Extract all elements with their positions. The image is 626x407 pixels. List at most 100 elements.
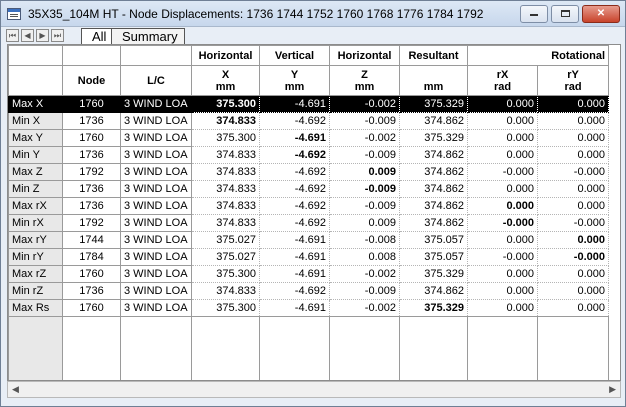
cell-x[interactable]: 375.027: [191, 231, 260, 249]
cell-ry[interactable]: 0.000: [537, 180, 609, 198]
row-label[interactable]: Min Z: [8, 180, 63, 198]
cell-rx[interactable]: 0.000: [467, 129, 538, 147]
cell-lc[interactable]: 3 WIND LOA: [120, 180, 192, 198]
cell-node[interactable]: 1784: [62, 248, 121, 266]
cell-node[interactable]: 1760: [62, 265, 121, 283]
cell-x[interactable]: 374.833: [191, 197, 260, 215]
cell-ry[interactable]: 0.000: [537, 197, 609, 215]
cell-x[interactable]: 374.833: [191, 163, 260, 181]
cell-node[interactable]: 1792: [62, 163, 121, 181]
cell-y[interactable]: -4.691: [259, 231, 330, 249]
cell-z[interactable]: -0.002: [329, 265, 400, 283]
cell-z[interactable]: 0.009: [329, 163, 400, 181]
cell-node[interactable]: 1792: [62, 214, 121, 232]
cell-lc[interactable]: 3 WIND LOA: [120, 299, 192, 317]
cell-rx[interactable]: 0.000: [467, 299, 538, 317]
cell-rx[interactable]: 0.000: [467, 282, 538, 300]
cell-x[interactable]: 374.833: [191, 214, 260, 232]
cell-rx[interactable]: 0.000: [467, 112, 538, 130]
table-row[interactable]: Min rY 1784 3 WIND LOA 375.027 -4.691 0.008 37…: [8, 248, 609, 266]
cell-x[interactable]: 374.833: [191, 282, 260, 300]
cell-y[interactable]: -4.692: [259, 112, 330, 130]
cell-y[interactable]: -4.692: [259, 197, 330, 215]
cell-res[interactable]: 375.329: [399, 95, 468, 113]
cell-z[interactable]: -0.002: [329, 129, 400, 147]
row-label[interactable]: Max Z: [8, 163, 63, 181]
column-header-lc[interactable]: L/C: [120, 65, 192, 96]
prev-tab-nav-button[interactable]: ◀: [21, 29, 34, 42]
cell-ry[interactable]: -0.000: [537, 248, 609, 266]
next-tab-nav-button[interactable]: ▶: [36, 29, 49, 42]
cell-ry[interactable]: -0.000: [537, 163, 609, 181]
cell-ry[interactable]: 0.000: [537, 231, 609, 249]
cell-res[interactable]: 374.862: [399, 282, 468, 300]
table-row[interactable]: Max Y 1760 3 WIND LOA 375.300 -4.691 -0.002 37…: [8, 129, 609, 147]
cell-node[interactable]: 1736: [62, 197, 121, 215]
cell-lc[interactable]: 3 WIND LOA: [120, 163, 192, 181]
cell-rx[interactable]: -0.000: [467, 214, 538, 232]
minimize-button[interactable]: [520, 5, 548, 23]
cell-node[interactable]: 1736: [62, 282, 121, 300]
table-row[interactable]: Min Y 1736 3 WIND LOA 374.833 -4.692 -0.009 37…: [8, 146, 609, 164]
first-tab-nav-button[interactable]: ⏮: [6, 29, 19, 42]
table-row[interactable]: Min rX 1792 3 WIND LOA 374.833 -4.692 0.009 37…: [8, 214, 609, 232]
cell-node[interactable]: 1736: [62, 180, 121, 198]
cell-lc[interactable]: 3 WIND LOA: [120, 214, 192, 232]
column-header-rx[interactable]: rX rad: [467, 65, 538, 96]
cell-y[interactable]: -4.692: [259, 163, 330, 181]
cell-z[interactable]: 0.009: [329, 214, 400, 232]
cell-ry[interactable]: 0.000: [537, 129, 609, 147]
cell-z[interactable]: -0.002: [329, 299, 400, 317]
scroll-right-icon[interactable]: ▶: [609, 384, 616, 395]
cell-res[interactable]: 374.862: [399, 214, 468, 232]
cell-y[interactable]: -4.692: [259, 180, 330, 198]
cell-rx[interactable]: 0.000: [467, 231, 538, 249]
cell-y[interactable]: -4.691: [259, 95, 330, 113]
row-label[interactable]: Max rX: [8, 197, 63, 215]
table-row[interactable]: Max X 1760 3 WIND LOA 375.300 -4.691 -0.002 37…: [8, 95, 609, 113]
cell-ry[interactable]: 0.000: [537, 146, 609, 164]
column-header-y[interactable]: Ymm: [259, 65, 330, 96]
cell-lc[interactable]: 3 WIND LOA: [120, 231, 192, 249]
table-row[interactable]: Max rX 1736 3 WIND LOA 374.833 -4.692 -0.009 3…: [8, 197, 609, 215]
table-row[interactable]: Max Z 1792 3 WIND LOA 374.833 -4.692 0.009 374…: [8, 163, 609, 181]
row-label[interactable]: Min rY: [8, 248, 63, 266]
cell-res[interactable]: 374.862: [399, 180, 468, 198]
cell-z[interactable]: -0.009: [329, 282, 400, 300]
cell-lc[interactable]: 3 WIND LOA: [120, 248, 192, 266]
cell-x[interactable]: 374.833: [191, 146, 260, 164]
cell-x[interactable]: 374.833: [191, 180, 260, 198]
cell-y[interactable]: -4.691: [259, 129, 330, 147]
results-grid[interactable]: Horizontal Vertical Horizontal Resultant…: [7, 44, 621, 381]
cell-ry[interactable]: 0.000: [537, 265, 609, 283]
cell-z[interactable]: -0.009: [329, 146, 400, 164]
cell-res[interactable]: 375.329: [399, 129, 468, 147]
cell-x[interactable]: 375.300: [191, 265, 260, 283]
cell-rx[interactable]: 0.000: [467, 197, 538, 215]
cell-z[interactable]: -0.009: [329, 112, 400, 130]
cell-lc[interactable]: 3 WIND LOA: [120, 265, 192, 283]
cell-y[interactable]: -4.692: [259, 282, 330, 300]
cell-y[interactable]: -4.691: [259, 299, 330, 317]
cell-z[interactable]: -0.008: [329, 231, 400, 249]
title-bar[interactable]: 35X35_104M HT - Node Displacements: 1736…: [1, 1, 625, 27]
column-header-resultant[interactable]: mm: [399, 65, 468, 96]
cell-res[interactable]: 374.862: [399, 163, 468, 181]
tab-all[interactable]: All: [81, 28, 114, 44]
row-label[interactable]: Min Y: [8, 146, 63, 164]
cell-z[interactable]: -0.009: [329, 180, 400, 198]
row-label[interactable]: Max Rs: [8, 299, 63, 317]
cell-x[interactable]: 374.833: [191, 112, 260, 130]
cell-y[interactable]: -4.691: [259, 248, 330, 266]
cell-lc[interactable]: 3 WIND LOA: [120, 197, 192, 215]
cell-lc[interactable]: 3 WIND LOA: [120, 112, 192, 130]
table-row[interactable]: Min rZ 1736 3 WIND LOA 374.833 -4.692 -0.009 3…: [8, 282, 609, 300]
last-tab-nav-button[interactable]: ⏭: [51, 29, 64, 42]
row-label[interactable]: Max rY: [8, 231, 63, 249]
cell-x[interactable]: 375.300: [191, 299, 260, 317]
cell-lc[interactable]: 3 WIND LOA: [120, 129, 192, 147]
cell-res[interactable]: 375.329: [399, 299, 468, 317]
row-label[interactable]: Max Y: [8, 129, 63, 147]
horizontal-scrollbar[interactable]: ◀ ▶: [7, 381, 621, 398]
column-header-ry[interactable]: rY rad: [537, 65, 609, 96]
